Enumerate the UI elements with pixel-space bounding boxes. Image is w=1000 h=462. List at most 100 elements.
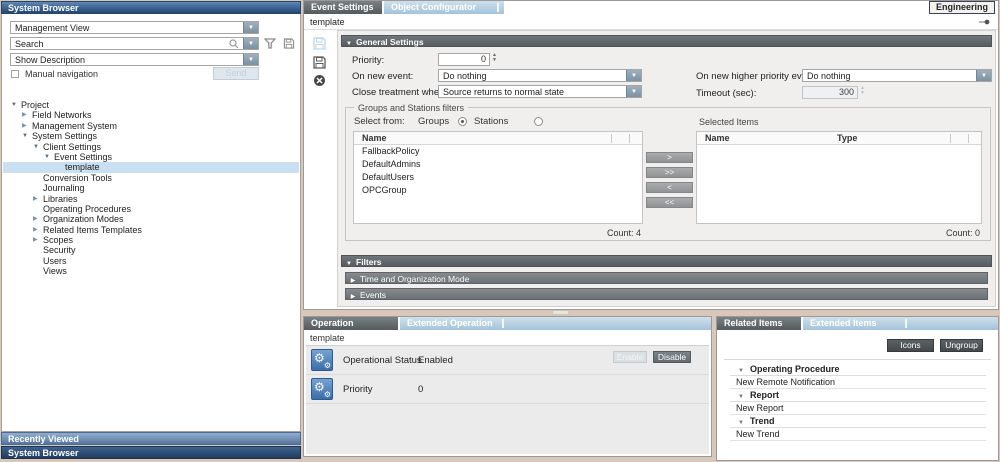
chevron-right-icon[interactable]: ▶ — [22, 121, 32, 131]
close-treatment-dropdown[interactable]: Source returns to normal state ▼ — [438, 85, 642, 98]
chevron-right-icon[interactable]: ▶ — [33, 235, 43, 245]
tab-operation[interactable]: Operation — [304, 317, 398, 330]
tree-item-operating-procedures[interactable]: Operating Procedures — [3, 204, 299, 214]
tab-extended-items[interactable]: Extended Items — [803, 317, 903, 330]
type-column-header[interactable]: Type — [837, 132, 857, 145]
description-dropdown[interactable]: Show Description ▼ — [10, 53, 259, 66]
column-divider — [968, 134, 969, 143]
groups-radio[interactable] — [458, 117, 467, 126]
filters-header[interactable]: ▼Filters — [341, 255, 992, 267]
tree-item-conversion-tools[interactable]: Conversion Tools — [3, 173, 299, 183]
move-left-button[interactable]: < — [646, 182, 693, 193]
tab-related-items[interactable]: Related Items — [717, 317, 801, 330]
events-header[interactable]: ▶Events — [345, 288, 988, 300]
ungroup-button[interactable]: Ungroup — [940, 339, 983, 352]
time-org-mode-header[interactable]: ▶Time and Organization Mode — [345, 272, 988, 284]
stations-radio[interactable] — [534, 117, 543, 126]
tab-event-settings[interactable]: Event Settings — [304, 1, 382, 14]
tree-item-system-settings[interactable]: ▼System Settings — [3, 131, 299, 141]
chevron-down-icon[interactable]: ▼ — [976, 70, 991, 81]
tree-item-journaling[interactable]: Journaling — [3, 183, 299, 193]
recently-viewed-bar[interactable]: Recently Viewed — [1, 432, 301, 445]
groups-stations-filters-title: Groups and Stations filters — [354, 103, 468, 113]
tree-item-client-settings[interactable]: ▼Client Settings — [3, 142, 299, 152]
available-list-header[interactable]: Name — [354, 132, 642, 145]
close-treatment-value: Source returns to normal state — [443, 87, 564, 98]
tree-item-management-system[interactable]: ▶Management System — [3, 121, 299, 131]
splitter-handle[interactable] — [552, 310, 569, 315]
tree-item-project[interactable]: ▼Project — [3, 100, 299, 110]
send-button[interactable]: Send — [213, 67, 259, 80]
tab-object-configurator[interactable]: Object Configurator — [384, 1, 496, 14]
list-item-opcgroup[interactable]: OPCGroup — [354, 184, 642, 197]
related-group-title: Operating Procedure — [750, 364, 840, 374]
name-column-header[interactable]: Name — [705, 132, 730, 145]
chevron-down-icon[interactable]: ▼ — [243, 22, 258, 33]
tree-item-event-settings[interactable]: ▼Event Settings — [3, 152, 299, 162]
pin-icon[interactable] — [979, 19, 990, 25]
list-item-fallbackpolicy[interactable]: FallbackPolicy — [354, 145, 642, 158]
chevron-down-icon[interactable]: ▼ — [626, 70, 641, 81]
manual-navigation-checkbox[interactable] — [11, 70, 19, 78]
related-group-header-trend[interactable]: ▼Trend — [730, 415, 986, 428]
related-item-new-remote-notification[interactable]: New Remote Notification — [730, 376, 986, 389]
tree-item-security[interactable]: Security — [3, 245, 299, 255]
move-all-right-button[interactable]: >> — [646, 167, 693, 178]
tab-extended-operation[interactable]: Extended Operation — [400, 317, 500, 330]
chevron-down-icon[interactable]: ▼ — [11, 100, 21, 110]
available-groups-list[interactable]: Name FallbackPolicyDefaultAdminsDefaultU… — [353, 131, 643, 224]
tree-item-template[interactable]: template — [3, 162, 299, 172]
chevron-down-icon[interactable]: ▼ — [243, 38, 258, 49]
related-item-new-report[interactable]: New Report — [730, 402, 986, 415]
system-browser-bar[interactable]: System Browser — [1, 446, 301, 459]
on-new-event-dropdown[interactable]: Do nothing ▼ — [438, 69, 642, 82]
chevron-down-icon[interactable]: ▼ — [243, 54, 258, 65]
chevron-right-icon[interactable]: ▶ — [33, 225, 43, 235]
related-item-new-trend[interactable]: New Trend — [730, 428, 986, 441]
chevron-right-icon[interactable]: ▶ — [33, 194, 43, 204]
tree-item-organization-modes[interactable]: ▶Organization Modes — [3, 214, 299, 224]
list-item-defaultadmins[interactable]: DefaultAdmins — [354, 158, 642, 171]
chevron-down-icon[interactable]: ▼ — [22, 131, 32, 141]
tree-item-users[interactable]: Users — [3, 256, 299, 266]
chevron-down-icon[interactable]: ▼ — [626, 86, 641, 97]
tree-item-libraries[interactable]: ▶Libraries — [3, 194, 299, 204]
tree-item-views[interactable]: Views — [3, 266, 299, 276]
tree-item-related-items-templates[interactable]: ▶Related Items Templates — [3, 225, 299, 235]
enable-button[interactable]: Enable — [613, 351, 647, 363]
priority-row[interactable]: ⚙⚙ Priority 0 — [306, 375, 709, 404]
chevron-right-icon[interactable]: ▶ — [22, 110, 32, 120]
operational-status-value: Enabled — [418, 355, 453, 366]
general-settings-header[interactable]: ▼General Settings — [341, 35, 992, 47]
disable-button[interactable]: Disable — [653, 351, 691, 363]
filter-icon[interactable] — [264, 38, 276, 49]
discard-icon[interactable] — [313, 74, 327, 88]
chevron-down-icon[interactable]: ▼ — [33, 142, 43, 152]
on-new-higher-dropdown[interactable]: Do nothing ▼ — [802, 69, 992, 82]
tree-item-field-networks[interactable]: ▶Field Networks — [3, 110, 299, 120]
save-filter-icon[interactable] — [283, 38, 295, 49]
move-right-button[interactable]: > — [646, 152, 693, 163]
chevron-down-icon[interactable]: ▼ — [44, 152, 54, 162]
on-new-event-value: Do nothing — [443, 71, 487, 82]
selected-items-list[interactable]: Name Type — [696, 131, 982, 224]
view-dropdown-value: Management View — [15, 23, 89, 34]
related-group-header-report[interactable]: ▼Report — [730, 389, 986, 402]
icons-button[interactable]: Icons — [887, 339, 934, 352]
engineering-mode-button[interactable]: Engineering — [929, 1, 995, 14]
tree-item-label: Organization Modes — [43, 214, 124, 224]
view-dropdown[interactable]: Management View ▼ — [10, 21, 259, 34]
related-group-header-operating-procedure[interactable]: ▼Operating Procedure — [730, 363, 986, 376]
search-placeholder: Search — [15, 39, 44, 50]
list-item-defaultusers[interactable]: DefaultUsers — [354, 171, 642, 184]
priority-input[interactable]: 0 — [438, 53, 490, 66]
search-input[interactable]: Search ▼ — [10, 37, 259, 50]
tree-item-scopes[interactable]: ▶Scopes — [3, 235, 299, 245]
selected-list-header[interactable]: Name Type — [697, 132, 981, 145]
priority-spinner[interactable]: ▲▼ — [491, 53, 498, 66]
chevron-right-icon[interactable]: ▶ — [33, 214, 43, 224]
operational-status-row[interactable]: ⚙⚙ Operational Status Enabled Enable Dis… — [306, 346, 709, 375]
name-column-header[interactable]: Name — [362, 132, 387, 145]
save-icon[interactable] — [313, 56, 327, 70]
move-all-left-button[interactable]: << — [646, 197, 693, 208]
